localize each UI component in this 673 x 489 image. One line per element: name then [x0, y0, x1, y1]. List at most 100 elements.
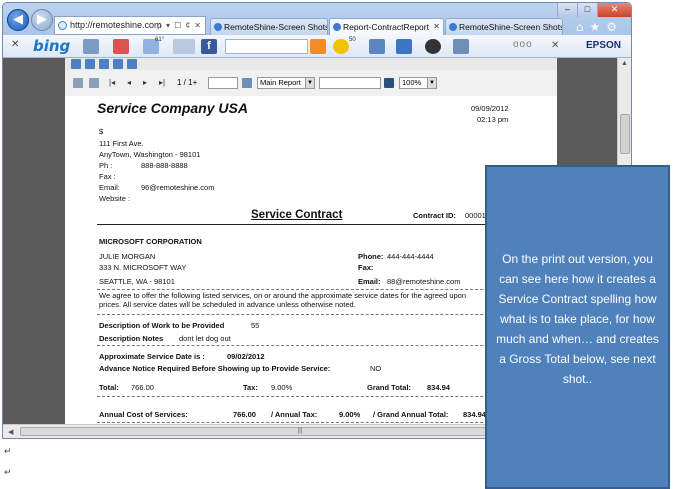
zoom-select[interactable]: 100% ▼: [399, 77, 437, 89]
tab-remoteshine-1[interactable]: RemoteShine-Screen Shots: [210, 18, 328, 35]
title-divider: [97, 224, 523, 225]
customer-phone-label: Phone:: [358, 252, 384, 261]
tax-value: 9.00%: [271, 383, 293, 392]
print-icon[interactable]: [89, 78, 99, 88]
tab-label: Report-ContractReport: [343, 22, 429, 32]
find-text-input[interactable]: [319, 77, 381, 89]
chat-icon[interactable]: [396, 39, 412, 54]
home-favorites-tools-icons[interactable]: ⌂★⚙: [576, 20, 623, 34]
report-date: 09/09/2012: [471, 104, 509, 113]
section-divider: [97, 422, 523, 423]
tax-label: Tax:: [243, 383, 258, 392]
shopping-icon[interactable]: [173, 39, 195, 54]
currency-symbol: $: [99, 127, 104, 136]
chevron-down-icon: ▼: [427, 78, 436, 88]
globe-icon: [58, 21, 67, 30]
contract-id-label: Contract ID:: [413, 211, 456, 220]
customer-fax-label: Fax:: [358, 263, 374, 272]
report-time: 02:13 pm: [477, 115, 509, 124]
report-toolbar: |◂ ◂ ▸ ▸| 1 / 1+ Main Report ▼ 100% ▼: [65, 58, 557, 96]
service-date-value: 09/02/2012: [227, 352, 265, 361]
report-toolbar-top: [65, 58, 557, 70]
previous-page-button[interactable]: ◂: [127, 75, 131, 91]
vertical-scroll-thumb[interactable]: [620, 114, 630, 154]
customer-city: SEATTLE, WA - 98101: [99, 277, 175, 286]
facebook-icon[interactable]: f: [201, 39, 217, 54]
last-page-button[interactable]: ▸|: [159, 75, 165, 91]
rewards-count: 50: [349, 37, 356, 43]
report-tool-icon[interactable]: [127, 59, 137, 69]
report-page: Service Company USA 09/09/2012 02:13 pm …: [65, 96, 557, 424]
find-binoculars-icon[interactable]: [384, 78, 394, 88]
toolbar-close-right-icon[interactable]: ✕: [551, 40, 559, 51]
back-button[interactable]: ◀: [7, 9, 29, 31]
website-label: Website :: [99, 194, 131, 203]
email-label: Email:: [99, 183, 120, 192]
maps-icon[interactable]: [113, 39, 129, 54]
report-tool-icon[interactable]: [71, 59, 81, 69]
tab-contract-report[interactable]: Report-ContractReport ✕: [329, 18, 444, 35]
back-arrow-icon: ◀: [13, 12, 23, 27]
customer-email-label: Email:: [358, 277, 381, 286]
annual-tax-label: / Annual Tax:: [271, 410, 318, 419]
customer-email-value: 88@remoteshine.com: [387, 277, 461, 286]
annual-cost-label: Annual Cost of Services:: [99, 410, 188, 419]
report-view-select[interactable]: Main Report ▼: [257, 77, 315, 89]
minimize-button[interactable]: –: [557, 3, 577, 17]
first-page-button[interactable]: |◂: [109, 75, 115, 91]
agreement-line-1: We agree to offer the following listed s…: [99, 291, 467, 300]
close-tab-icon[interactable]: ✕: [433, 19, 440, 35]
translate-icon[interactable]: [453, 39, 469, 54]
address-tools-icons[interactable]: ρ ▾ ☐ ¢ ✕: [157, 17, 202, 34]
report-tool-icon[interactable]: [85, 59, 95, 69]
report-toolbar-controls: |◂ ◂ ▸ ▸| 1 / 1+ Main Report ▼ 100% ▼: [65, 75, 557, 91]
section-divider: [97, 396, 523, 397]
go-icon[interactable]: [242, 78, 252, 88]
browser-titlebar: ◀ ▶ http://remoteshine.com ρ ▾ ☐ ¢ ✕ Rem…: [3, 3, 631, 35]
tab-label: RemoteShine-Screen Shots: [224, 22, 328, 32]
scroll-left-icon[interactable]: ◀: [8, 428, 13, 436]
view-select-value: Main Report: [260, 78, 301, 87]
scroll-up-icon[interactable]: ▲: [621, 60, 628, 67]
news-icon[interactable]: [83, 39, 99, 54]
maximize-button[interactable]: □: [577, 3, 597, 17]
toolbar-close-icon[interactable]: ✕: [11, 39, 19, 50]
epson-logo[interactable]: EPSON: [586, 40, 621, 51]
next-page-button[interactable]: ▸: [143, 75, 147, 91]
goto-page-input[interactable]: [208, 77, 238, 89]
forward-button[interactable]: ▶: [31, 9, 53, 31]
customer-phone-value: 444-444-4444: [387, 252, 434, 261]
annotation-callout: On the print out version, you can see he…: [485, 165, 670, 489]
total-value: 766.00: [131, 383, 154, 392]
company-address-1: 111 First Ave.: [99, 139, 144, 148]
rewards-icon[interactable]: [333, 39, 349, 54]
phone-label: Ph :: [99, 161, 113, 170]
toolbar-search-input[interactable]: [225, 39, 308, 54]
fax-label: Fax :: [99, 172, 116, 181]
forward-arrow-icon: ▶: [37, 12, 47, 27]
work-description-value: 55: [251, 321, 260, 330]
weather-temp: 61°: [155, 37, 165, 43]
address-bar[interactable]: http://remoteshine.com ρ ▾ ☐ ¢ ✕: [54, 16, 206, 35]
chevron-down-icon: ▼: [305, 78, 314, 88]
section-divider: [97, 345, 523, 346]
phone-value: 888-888-8888: [141, 161, 188, 170]
xbox-icon[interactable]: [425, 39, 441, 54]
report-tool-icon[interactable]: [113, 59, 123, 69]
contract-id-value: 00001: [465, 211, 486, 220]
service-date-label: Approximate Service Date is :: [99, 352, 205, 361]
ie-page-icon: [449, 23, 457, 31]
bing-logo[interactable]: bing: [33, 37, 70, 55]
close-window-button[interactable]: ✕: [597, 3, 631, 17]
toolbar-more-icon[interactable]: ooo: [513, 39, 533, 50]
like-icon[interactable]: [369, 39, 385, 54]
export-icon[interactable]: [73, 78, 83, 88]
tab-remoteshine-2[interactable]: RemoteShine-Screen Shots: [445, 18, 563, 35]
report-tool-icon[interactable]: [99, 59, 109, 69]
grand-total-label: Grand Total:: [367, 383, 412, 392]
scroll-grip-icon: |||: [297, 428, 303, 434]
total-label: Total:: [99, 383, 119, 392]
notes-value: dont let dog out: [179, 334, 231, 343]
search-icon[interactable]: [310, 39, 326, 54]
advance-notice-value: NO: [370, 364, 382, 373]
